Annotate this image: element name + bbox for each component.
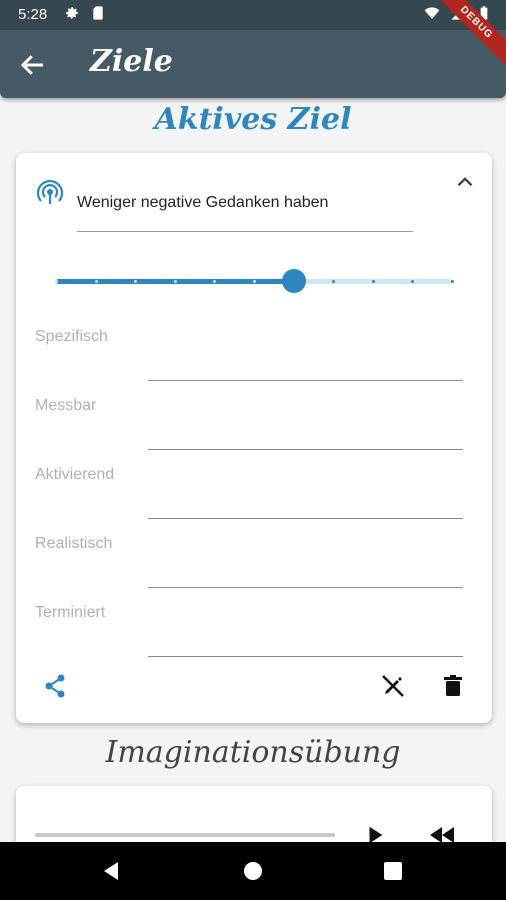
field-label: Aktivierend xyxy=(35,466,115,483)
field-label: Terminiert xyxy=(35,604,106,621)
slider-tick xyxy=(173,280,177,283)
slider-tick xyxy=(451,280,454,283)
field-input[interactable] xyxy=(148,380,463,381)
delete-icon[interactable] xyxy=(439,672,467,700)
slider-tick xyxy=(371,280,375,283)
active-goal-card: Weniger negative Gedanken haben Spezifis… xyxy=(16,153,492,723)
field-label: Messbar xyxy=(35,397,97,414)
page-title: Ziele xyxy=(90,44,173,79)
slider-tick xyxy=(94,280,98,283)
status-bar: 5:28 xyxy=(0,0,506,30)
goal-title-underline xyxy=(77,231,413,232)
app-bar: Ziele xyxy=(0,30,506,98)
slider-tick xyxy=(253,280,256,283)
goal-title[interactable]: Weniger negative Gedanken haben xyxy=(77,194,328,212)
slider-tick xyxy=(55,280,58,283)
goal-progress-slider[interactable] xyxy=(55,268,454,294)
active-goal-heading: Aktives Ziel xyxy=(154,102,352,137)
share-icon[interactable] xyxy=(41,672,69,700)
status-time: 5:28 xyxy=(18,6,48,23)
field-input[interactable] xyxy=(148,449,463,450)
edit-off-icon[interactable] xyxy=(379,672,407,700)
back-arrow-icon[interactable] xyxy=(18,50,48,80)
field-label: Realistisch xyxy=(35,535,113,552)
nav-back-icon[interactable] xyxy=(100,859,124,883)
settings-icon xyxy=(66,7,78,19)
sim-card-icon xyxy=(93,6,103,20)
wifi-icon xyxy=(424,7,440,19)
field-label: Spezifisch xyxy=(35,328,108,345)
audio-progress-bar[interactable] xyxy=(35,833,335,837)
nav-recent-icon[interactable] xyxy=(381,859,405,883)
field-input[interactable] xyxy=(148,656,463,657)
field-input[interactable] xyxy=(148,587,463,588)
field-input[interactable] xyxy=(148,518,463,519)
slider-thumb[interactable] xyxy=(281,269,306,293)
radar-icon xyxy=(36,179,64,204)
system-nav-bar xyxy=(0,842,506,900)
imagination-heading: Imaginationsübung xyxy=(105,735,401,770)
chevron-up-icon[interactable] xyxy=(452,169,478,195)
nav-home-icon[interactable] xyxy=(241,859,265,883)
